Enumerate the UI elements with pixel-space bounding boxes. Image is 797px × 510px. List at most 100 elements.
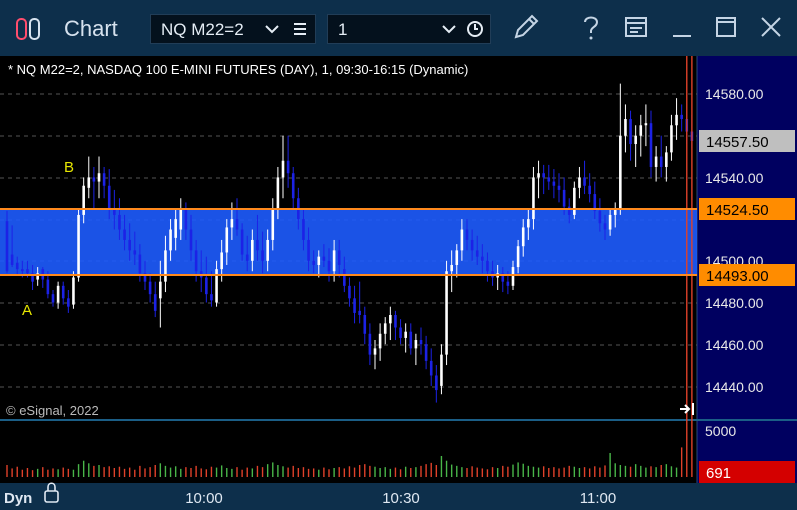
candle-body: [46, 279, 50, 295]
candle-body: [82, 185, 85, 215]
clock-icon[interactable]: [466, 20, 484, 38]
time-tick-label: 10:00: [185, 490, 223, 507]
candle-body: [235, 219, 239, 230]
candle-body: [619, 135, 622, 209]
upper-level-label: 14524.50: [706, 202, 769, 219]
candle-body: [567, 206, 571, 215]
price-tick-label: 14580.00: [705, 86, 764, 102]
candle-body: [588, 185, 591, 195]
candle-body: [435, 375, 438, 391]
candle-body: [286, 160, 290, 174]
candle-body: [220, 252, 223, 270]
candle-body: [537, 173, 540, 178]
minimize-icon[interactable]: [665, 10, 699, 44]
candle-body: [225, 227, 229, 253]
candle-body: [470, 239, 474, 251]
candle-body: [61, 285, 65, 299]
candle-body: [133, 250, 137, 255]
candle-body: [179, 208, 183, 230]
candle-body: [639, 125, 643, 136]
candle-body: [72, 277, 75, 305]
candle-body: [92, 177, 96, 182]
candle-body: [348, 285, 351, 299]
candle-body: [368, 333, 372, 355]
candle-body: [542, 173, 545, 178]
chevron-down-icon: [442, 25, 456, 34]
candle-body: [169, 229, 172, 251]
candle-body: [414, 340, 418, 349]
candle-body: [532, 177, 535, 220]
interval-dropdown[interactable]: 1: [327, 14, 491, 44]
candle-body: [557, 185, 561, 190]
price-band[interactable]: [0, 209, 697, 275]
candle-body: [506, 281, 510, 286]
candle-body: [337, 250, 341, 265]
candle-body: [455, 250, 459, 265]
copyright-text: © eSignal, 2022: [6, 403, 99, 418]
candle-body: [399, 327, 402, 338]
candle-body: [486, 260, 489, 272]
candle-body: [629, 119, 632, 145]
candle-body: [552, 181, 556, 186]
candle-body: [251, 239, 254, 261]
maximize-icon[interactable]: [709, 10, 743, 44]
lower-level-label: 14493.00: [706, 268, 769, 285]
candle-body: [440, 354, 443, 386]
candle-body: [276, 177, 280, 209]
candle-body: [680, 114, 683, 120]
menu-icon[interactable]: [291, 20, 309, 38]
candle-body: [77, 214, 80, 278]
candle-body: [327, 260, 331, 272]
candle-body: [97, 173, 101, 182]
chart-description: * NQ M22=2, NASDAQ 100 E-MINI FUTURES (D…: [8, 62, 468, 77]
candle-body: [624, 119, 627, 136]
candle-body: [378, 333, 382, 349]
candle-body: [670, 125, 673, 153]
candle-body: [138, 254, 142, 274]
candle-body: [291, 173, 295, 199]
interval-value: 1: [338, 20, 348, 39]
candle-body: [383, 323, 387, 334]
window-title: Chart: [64, 16, 118, 41]
dyn-label[interactable]: Dyn: [4, 490, 32, 507]
volume-axis-label: 5000: [705, 423, 736, 439]
candle-body: [429, 360, 433, 376]
candle-body: [445, 271, 448, 355]
candle-body: [261, 250, 264, 261]
annotation-b[interactable]: B: [64, 159, 74, 176]
candle-body: [256, 239, 259, 251]
chevron-down-icon: [265, 25, 279, 34]
time-tick-label: 10:30: [382, 490, 420, 507]
candle-body: [562, 189, 566, 207]
pencil-icon[interactable]: [509, 10, 543, 44]
help-icon[interactable]: [574, 10, 608, 44]
candle-body: [598, 210, 602, 224]
candle-body: [521, 227, 525, 247]
candle-body: [184, 208, 188, 230]
candle-body: [67, 298, 70, 307]
last-volume-label: 691: [706, 465, 731, 482]
candle-body: [26, 269, 29, 274]
candle-body: [5, 221, 9, 272]
price-chart[interactable]: * NQ M22=2, NASDAQ 100 E-MINI FUTURES (D…: [0, 56, 797, 510]
price-tick-label: 14480.00: [705, 295, 764, 311]
candle-body: [159, 281, 162, 299]
candle-body: [450, 264, 453, 272]
annotation-a[interactable]: A: [22, 302, 32, 319]
candle-body: [189, 229, 193, 251]
candle-body: [174, 219, 177, 238]
candle-body: [240, 229, 244, 255]
candle-body: [107, 185, 111, 209]
chart-app-icon: [16, 18, 40, 40]
price-tick-label: 14540.00: [705, 170, 764, 186]
last-price-label: 14557.50: [706, 134, 769, 151]
candle-body: [245, 254, 249, 261]
candle-body: [332, 250, 336, 272]
candle-body: [547, 177, 551, 182]
symbol-dropdown[interactable]: NQ M22=2: [150, 14, 316, 44]
candle-body: [404, 331, 407, 338]
close-icon[interactable]: [754, 10, 788, 44]
layout-icon[interactable]: [619, 10, 653, 44]
candle-body: [649, 123, 653, 167]
candle-body: [15, 262, 19, 270]
